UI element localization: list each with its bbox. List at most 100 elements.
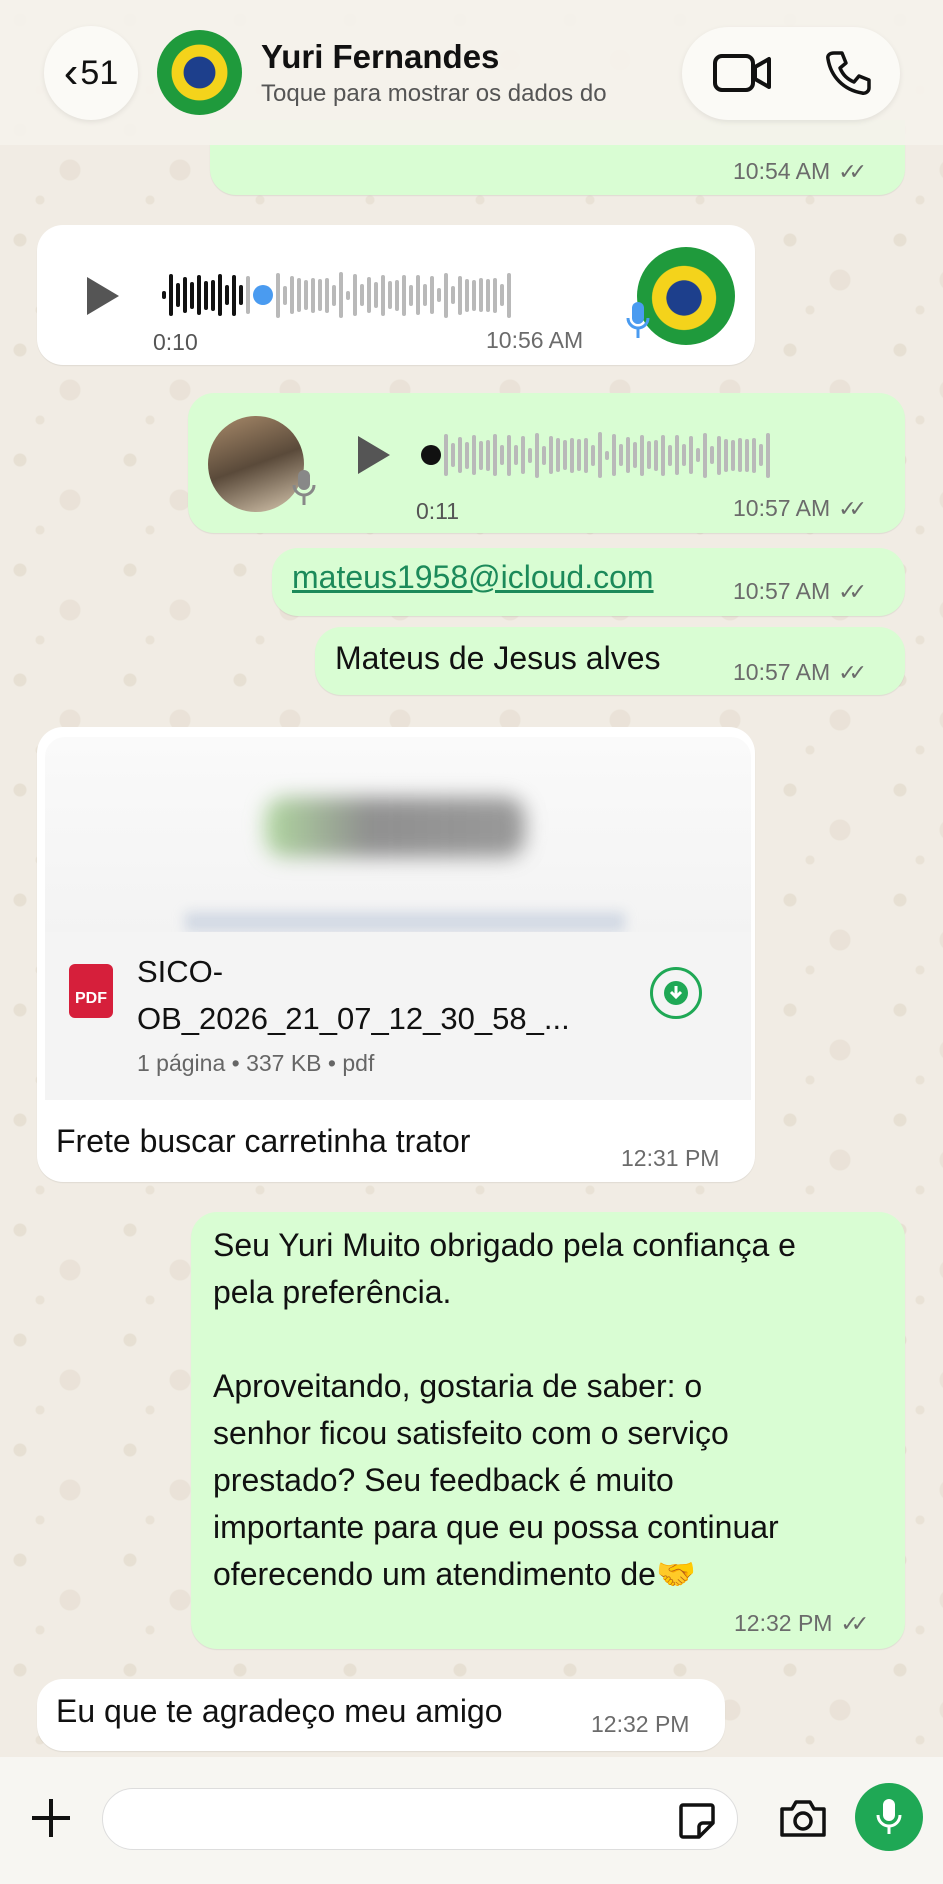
waveform-bar <box>752 437 756 473</box>
message-time: 10:54 AM ✓✓ <box>733 158 867 184</box>
sticker-icon[interactable] <box>677 1801 717 1841</box>
waveform-bar <box>542 445 546 465</box>
video-camera-icon[interactable] <box>712 51 772 95</box>
waveform-bar <box>619 444 623 466</box>
message-time: 12:32 PM <box>591 1711 690 1737</box>
play-icon[interactable] <box>87 277 119 315</box>
playhead-dot[interactable] <box>253 285 273 305</box>
waveform-bar <box>218 274 222 316</box>
message-bubble-outgoing[interactable]: Mateus de Jesus alves 10:57 AM ✓✓ <box>315 627 905 695</box>
waveform-bar <box>325 277 329 313</box>
camera-icon[interactable] <box>778 1797 828 1839</box>
document-message-incoming[interactable]: PDF SICO- OB_2026_21_07_12_30_58_... 1 p… <box>37 727 755 1182</box>
waveform-bar <box>577 439 581 471</box>
message-time: 10:57 AM ✓✓ <box>733 578 867 604</box>
waveform-bar <box>717 435 721 475</box>
playhead-dot[interactable] <box>421 445 441 465</box>
waveform-bar <box>297 278 301 312</box>
waveform-bar <box>283 285 287 305</box>
waveform-bar <box>647 441 651 469</box>
waveform-bar <box>176 283 180 307</box>
waveform-bar <box>232 274 236 316</box>
email-link[interactable]: mateus1958@icloud.com <box>292 559 654 596</box>
message-time: 12:32 PM ✓✓ <box>734 1610 869 1636</box>
plus-icon[interactable] <box>30 1797 72 1839</box>
voice-waveform[interactable] <box>421 430 770 480</box>
message-line: Seu Yuri Muito obrigado pela confiança e <box>213 1227 796 1263</box>
waveform-bar <box>486 439 490 471</box>
waveform-bar <box>584 437 588 473</box>
waveform-bar <box>395 279 399 311</box>
phone-icon[interactable] <box>824 49 872 97</box>
pdf-preview-thumbnail[interactable] <box>45 737 751 932</box>
waveform-bar <box>535 432 539 478</box>
record-voice-button[interactable] <box>855 1783 923 1851</box>
waveform-bar <box>465 441 469 469</box>
waveform-bar <box>360 284 364 306</box>
call-actions <box>682 27 900 120</box>
waveform-bar <box>472 279 476 311</box>
waveform-bar <box>339 272 343 318</box>
message-text: Mateus de Jesus alves <box>335 640 661 676</box>
waveform-bar <box>409 284 413 306</box>
waveform-bar <box>239 285 243 305</box>
voice-message-outgoing[interactable]: 0:11 10:57 AM ✓✓ <box>188 393 905 533</box>
waveform-bar <box>591 444 595 466</box>
waveform-bar <box>514 445 518 465</box>
waveform-bar <box>465 278 469 312</box>
back-button[interactable]: ‹ 51 <box>44 26 138 120</box>
waveform-bar <box>162 291 166 299</box>
voice-waveform[interactable] <box>162 270 511 320</box>
message-line: pela preferência. <box>213 1274 452 1310</box>
message-line: senhor ficou satisfeito com o serviço <box>213 1415 729 1451</box>
waveform-bar <box>183 277 187 313</box>
waveform-bar <box>612 434 616 476</box>
message-input[interactable] <box>102 1788 738 1850</box>
message-time: 10:57 AM ✓✓ <box>733 659 867 685</box>
waveform-bar <box>710 446 714 464</box>
waveform-bar <box>486 278 490 312</box>
waveform-bar <box>738 438 742 472</box>
waveform-bar <box>605 450 609 460</box>
waveform-bar <box>493 434 497 476</box>
message-bubble-incoming[interactable]: Eu que te agradeço meu amigo 12:32 PM <box>37 1679 725 1751</box>
waveform-bar <box>451 443 455 467</box>
read-receipt-icon: ✓✓ <box>840 1611 869 1636</box>
waveform-bar <box>276 272 280 318</box>
message-text: Eu que te agradeço meu amigo <box>56 1693 503 1729</box>
contact-subtitle[interactable]: Toque para mostrar os dados do <box>261 80 607 108</box>
pdf-file-card[interactable]: PDF SICO- OB_2026_21_07_12_30_58_... 1 p… <box>45 932 751 1100</box>
message-line: oferecendo um atendimento de🤝 <box>213 1556 696 1592</box>
waveform-bar <box>675 435 679 475</box>
waveform-bar <box>304 280 308 310</box>
waveform-bar <box>402 274 406 316</box>
read-receipt-icon: ✓✓ <box>838 496 867 521</box>
waveform-bar <box>479 278 483 312</box>
microphone-icon <box>876 1799 902 1834</box>
contact-avatar[interactable] <box>157 30 242 115</box>
file-name: SICO- <box>137 954 224 989</box>
waveform-bar <box>493 277 497 313</box>
waveform-bar <box>458 275 462 315</box>
file-name: OB_2026_21_07_12_30_58_... <box>137 1001 570 1036</box>
contact-name[interactable]: Yuri Fernandes <box>261 38 499 76</box>
message-line: Aproveitando, gostaria de saber: o <box>213 1368 703 1404</box>
message-line: importante para que eu possa continuar <box>213 1509 779 1545</box>
play-icon[interactable] <box>358 436 390 474</box>
waveform-bar <box>626 437 630 473</box>
message-composer <box>0 1757 943 1884</box>
message-bubble-outgoing[interactable]: Seu Yuri Muito obrigado pela confiança e… <box>191 1212 905 1649</box>
waveform-bar <box>437 288 441 302</box>
waveform-bar <box>190 281 194 309</box>
message-bubble-outgoing[interactable]: mateus1958@icloud.com 10:57 AM ✓✓ <box>272 548 905 616</box>
waveform-bar <box>451 286 455 304</box>
download-icon[interactable] <box>650 967 702 1019</box>
message-caption: Frete buscar carretinha trator <box>56 1123 471 1159</box>
waveform-bar <box>724 438 728 472</box>
voice-duration: 0:10 <box>153 329 198 355</box>
waveform-bar <box>472 435 476 475</box>
waveform-bar <box>479 440 483 470</box>
waveform-bar <box>661 434 665 476</box>
waveform-bar <box>353 274 357 316</box>
voice-message-incoming[interactable]: 0:10 10:56 AM <box>37 225 755 365</box>
